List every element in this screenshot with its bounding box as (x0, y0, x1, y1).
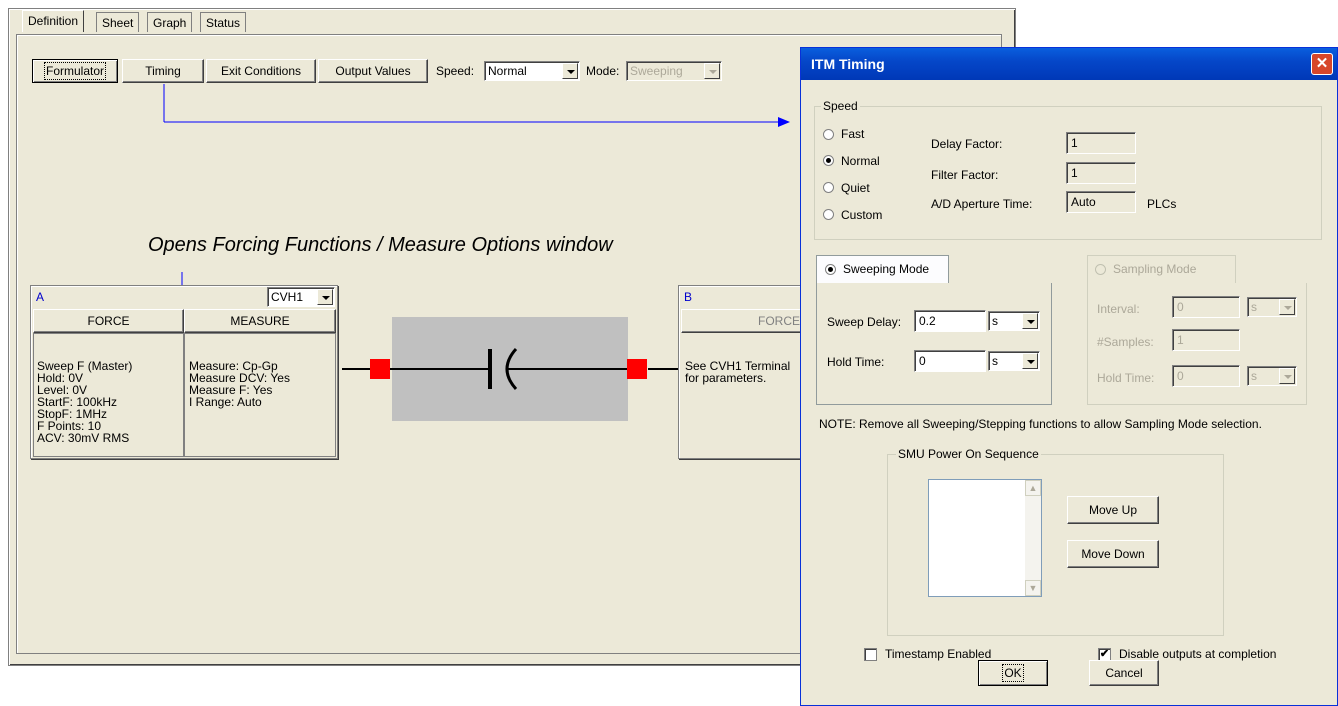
force-header-button[interactable]: FORCE (33, 309, 184, 333)
move-down-button[interactable]: Move Down (1067, 540, 1159, 568)
speed-quiet-label: Quiet (841, 181, 870, 195)
timestamp-checkbox[interactable] (864, 648, 877, 661)
sweep-delay-unit-select[interactable]: s (988, 311, 1040, 331)
speed-custom-label: Custom (841, 208, 883, 222)
ad-aperture-label: A/D Aperture Time: (931, 197, 1033, 211)
speed-group-label: Speed (821, 99, 860, 113)
terminal-b-params: See CVH1 Terminal for parameters. (685, 359, 791, 385)
speed-fast-radio[interactable] (823, 129, 834, 140)
speed-normal-radio[interactable] (823, 155, 834, 166)
move-up-button[interactable]: Move Up (1067, 496, 1159, 524)
interval-field: 0 (1172, 296, 1240, 318)
chevron-down-icon (1022, 313, 1038, 329)
hold-time-unit-select[interactable]: s (988, 351, 1040, 371)
sweeping-mode-label: Sweeping Mode (843, 262, 930, 276)
chevron-down-icon (1279, 299, 1295, 315)
sweeping-mode-panel (816, 283, 1052, 405)
chevron-down-icon (317, 289, 333, 305)
filter-factor-field[interactable]: 1 (1066, 162, 1136, 184)
dialog-title: ITM Timing (811, 56, 885, 72)
ad-aperture-unit: PLCs (1147, 197, 1177, 211)
speed-normal-label: Normal (841, 154, 880, 168)
sampling-note: NOTE: Remove all Sweeping/Stepping funct… (819, 417, 1262, 431)
ad-aperture-field[interactable]: Auto (1066, 191, 1136, 213)
cancel-button[interactable]: Cancel (1089, 660, 1159, 686)
speed-fast-label: Fast (841, 127, 865, 141)
sampling-hold-time-label: Hold Time: (1097, 371, 1155, 385)
hold-time-label: Hold Time: (827, 355, 885, 369)
filter-factor-label: Filter Factor: (931, 168, 999, 182)
sampling-hold-unit-select: s (1247, 366, 1297, 386)
terminal-a-letter: A (36, 290, 45, 304)
speed-quiet-radio[interactable] (823, 182, 834, 193)
delay-factor-field[interactable]: 1 (1066, 132, 1136, 154)
terminal-b-letter: B (684, 290, 693, 304)
dialog-title-bar: ITM Timing ✕ (801, 48, 1337, 80)
timestamp-label: Timestamp Enabled (885, 647, 992, 661)
force-params-list: Sweep F (Master) Hold: 0V Level: 0V StartF:… (37, 359, 133, 445)
chevron-down-icon (1022, 353, 1038, 369)
sampling-mode-label: Sampling Mode (1113, 262, 1197, 276)
chevron-down-icon (1279, 368, 1295, 384)
sweep-delay-field[interactable]: 0.2 (914, 310, 986, 332)
list-scrollbar[interactable]: ▲ ▼ (1025, 480, 1041, 596)
sweeping-mode-radio[interactable] (825, 264, 836, 275)
interval-unit-select: s (1247, 297, 1297, 317)
speed-custom-radio[interactable] (823, 209, 834, 220)
terminal-b-node (627, 359, 647, 379)
measure-params-list: Measure: Cp-Gp Measure DCV: Yes Measure F:… (189, 359, 290, 409)
scroll-up-icon[interactable]: ▲ (1025, 480, 1041, 496)
sampling-hold-time-field: 0 (1172, 365, 1240, 387)
interval-label: Interval: (1097, 302, 1140, 316)
itm-timing-dialog: ITM Timing ✕ Speed Fast Normal Quiet Cus… (800, 47, 1338, 706)
samples-label: #Samples: (1097, 335, 1154, 349)
smu-power-group-label: SMU Power On Sequence (896, 447, 1041, 461)
hold-time-field[interactable]: 0 (914, 350, 986, 372)
sweep-delay-label: Sweep Delay: (827, 315, 902, 329)
smu-sequence-list[interactable]: ▲ ▼ (928, 479, 1042, 597)
sampling-mode-radio (1095, 264, 1106, 275)
samples-field: 1 (1172, 329, 1240, 351)
delay-factor-label: Delay Factor: (931, 137, 1003, 151)
scroll-down-icon[interactable]: ▼ (1025, 580, 1041, 596)
disable-outputs-label: Disable outputs at completion (1119, 647, 1277, 661)
terminal-a-instrument-select[interactable]: CVH1 (267, 287, 335, 307)
ok-button[interactable]: OK (978, 660, 1048, 686)
annotation-text: Opens Forcing Functions / Measure Option… (148, 234, 613, 256)
measure-header-button[interactable]: MEASURE (184, 309, 336, 333)
terminal-a-node (370, 359, 390, 379)
close-icon[interactable]: ✕ (1311, 53, 1333, 75)
